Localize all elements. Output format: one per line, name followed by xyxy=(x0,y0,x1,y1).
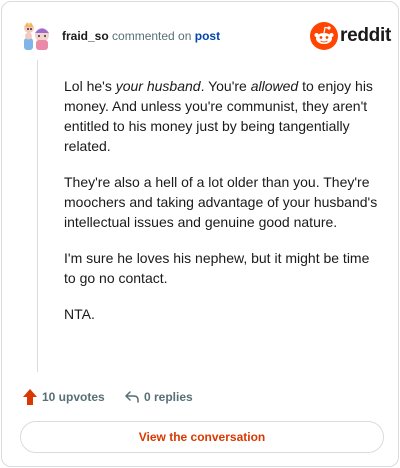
comment-header: fraid_so commented on post reddit xyxy=(22,20,391,52)
reply-count: 0 replies xyxy=(144,390,193,404)
action-text: commented on xyxy=(112,29,192,43)
username-link[interactable]: fraid_so xyxy=(62,29,109,43)
reddit-alien-icon xyxy=(310,22,338,50)
reply-arrow-icon xyxy=(125,391,139,403)
comment-paragraph: NTA. xyxy=(64,306,95,322)
upvote-count: 10 upvotes xyxy=(42,390,105,404)
comment-paragraph: Lol he's your husband. You're allowed to… xyxy=(64,78,373,154)
view-conversation-button[interactable]: View the conversation xyxy=(20,421,384,453)
reddit-logo[interactable]: reddit xyxy=(310,22,391,50)
thread-line xyxy=(37,60,38,372)
comment-actions: 10 upvotes 0 replies xyxy=(22,387,382,407)
comment-paragraph: I'm sure he loves his nephew, but it mig… xyxy=(64,250,370,286)
embedded-comment-card: fraid_so commented on post reddit Lol he… xyxy=(1,1,399,467)
reply-button[interactable]: 0 replies xyxy=(124,387,193,407)
reddit-wordmark: reddit xyxy=(340,25,391,46)
comment-paragraph: They're also a hell of a lot older than … xyxy=(64,174,378,230)
avatar[interactable] xyxy=(22,20,54,52)
upvote-arrow-icon xyxy=(23,389,37,405)
post-link[interactable]: post xyxy=(195,29,220,43)
comment-body: Lol he's your husband. You're allowed to… xyxy=(64,76,384,340)
comment-meta: fraid_so commented on post xyxy=(62,28,220,44)
upvote-button[interactable]: 10 upvotes xyxy=(22,387,105,407)
